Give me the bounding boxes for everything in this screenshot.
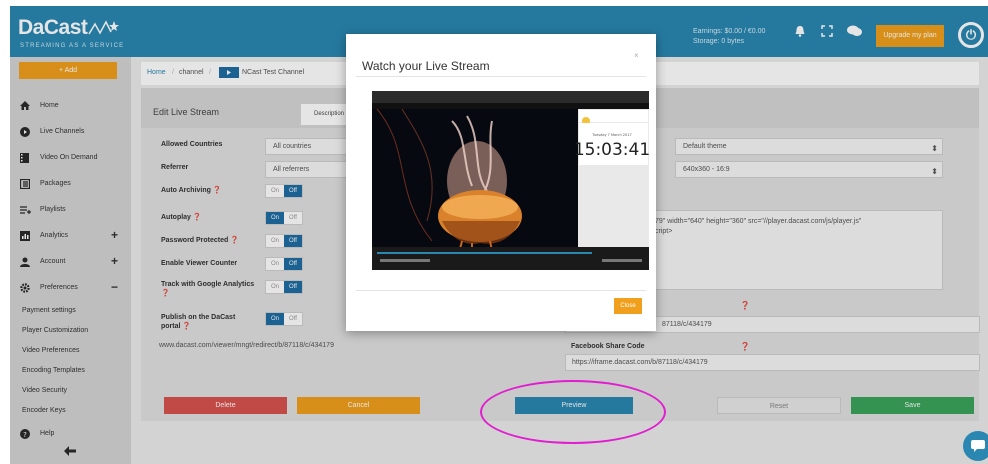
modal-title: Watch your Live Stream: [362, 59, 490, 73]
clock-date: Tuesday 7 March 2017: [591, 133, 631, 137]
divider: [356, 290, 646, 291]
close-icon[interactable]: ×: [634, 51, 639, 60]
video-frame: Tuesday 7 March 2017 15:03:41: [372, 91, 649, 270]
modal-close-button[interactable]: Close: [614, 298, 642, 314]
clock-time: 15:03:41: [574, 140, 649, 160]
chat-widget-icon[interactable]: [963, 431, 988, 461]
divider: [356, 76, 646, 77]
video-player[interactable]: Tuesday 7 March 2017 15:03:41: [372, 91, 649, 270]
app-root: DaCast STREAMING AS A SERVICE Earnings: …: [10, 6, 988, 464]
preview-highlight-ellipse: [480, 380, 666, 444]
